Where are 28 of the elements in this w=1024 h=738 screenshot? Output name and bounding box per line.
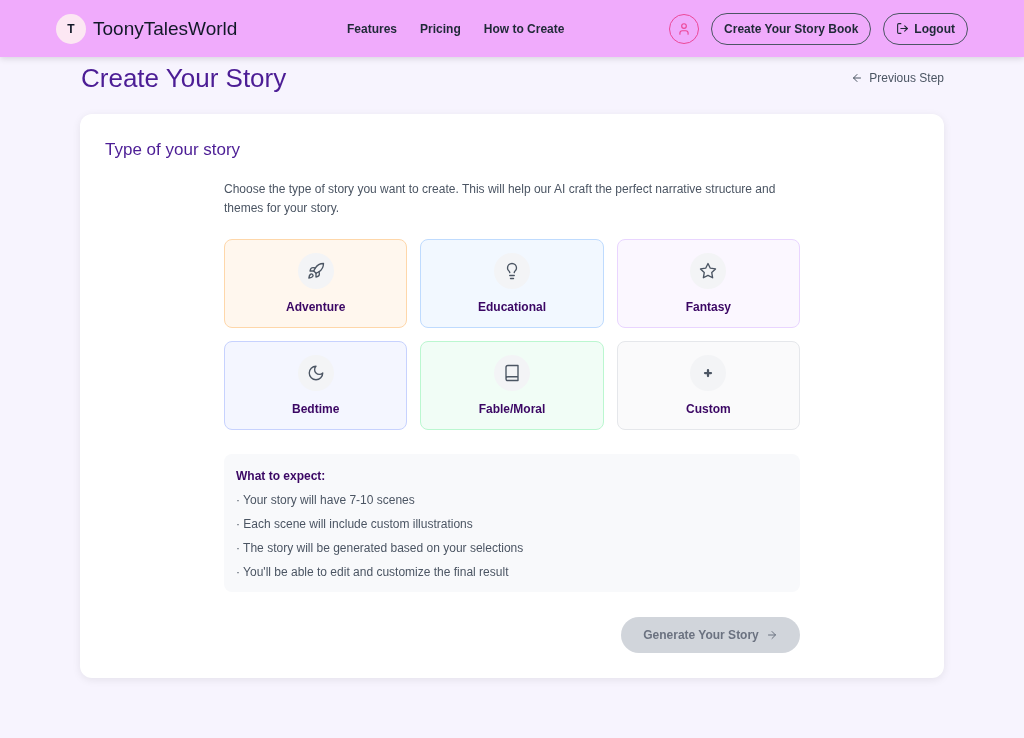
section-title: Type of your story [105, 140, 241, 160]
arrow-left-icon [851, 72, 864, 84]
description-text: Choose the type of story you want to create. This will help our AI craft the perfect narrative structure and themes for your story. [224, 181, 777, 217]
book-icon [503, 364, 521, 382]
page-title: Create Your Story [81, 62, 287, 94]
arrow-right-icon [765, 629, 778, 641]
info-title: What to expect: [236, 468, 326, 484]
rocket-icon [306, 262, 325, 280]
info-list-item: · Your story will have 7-10 scenes [236, 492, 415, 508]
logo-badge[interactable]: T [56, 13, 86, 44]
info-list-item: · You'll be able to edit and customize the final result [236, 564, 509, 580]
info-list-item: · Each scene will include custom illustrations [236, 516, 473, 532]
moon-icon [306, 364, 325, 382]
user-icon [677, 21, 692, 36]
previous-step-link[interactable]: Previous Step [851, 71, 944, 85]
logout-icon [896, 22, 910, 35]
story-type-option[interactable]: Bedtime [224, 341, 408, 430]
brand-name[interactable]: ToonyTalesWorld [93, 17, 238, 40]
story-type-option[interactable]: Fable/Moral [420, 341, 604, 430]
nav-link[interactable]: How to Create [483, 21, 565, 36]
nav-link[interactable]: Features [347, 21, 398, 36]
nav-link[interactable]: Pricing [420, 21, 461, 36]
story-type-option[interactable]: Adventure [224, 239, 408, 328]
story-type-option[interactable]: Custom [616, 341, 800, 430]
story-type-option[interactable]: Fantasy [616, 239, 800, 328]
story-type-option[interactable]: Educational [420, 239, 604, 328]
info-list-item: · The story will be generated based on your selections [236, 540, 524, 556]
star-icon [699, 262, 718, 280]
